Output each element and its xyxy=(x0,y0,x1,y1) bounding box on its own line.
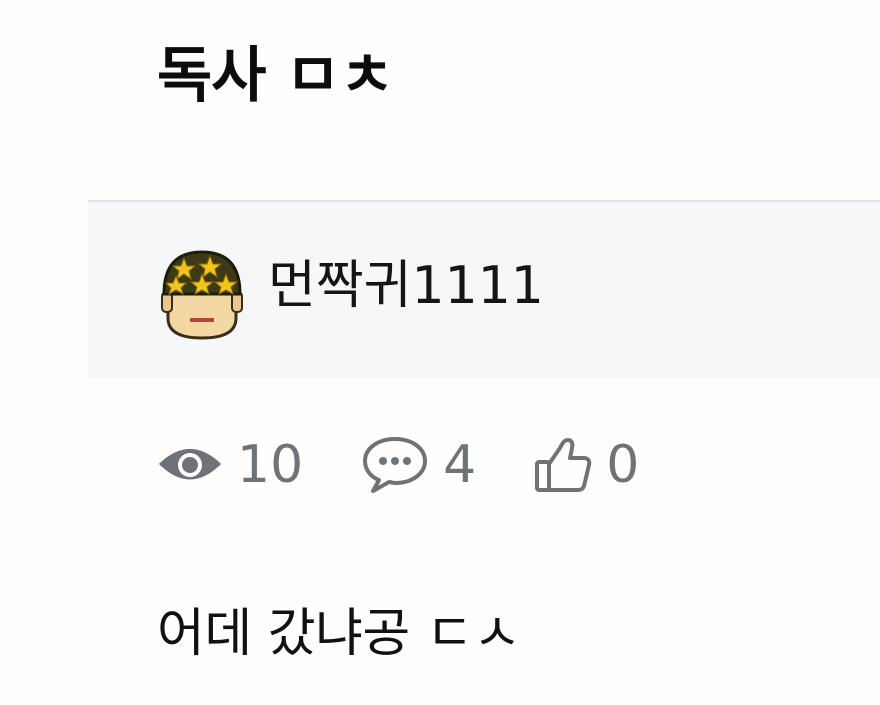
author-bar: 먼짝귀1111 xyxy=(88,200,880,378)
post-page: 독사 ㅁㅊ 먼짝귀1111 10 4 0 어데 갔냐공 ㄷㅅ xyxy=(0,0,880,705)
post-title: 독사 ㅁㅊ xyxy=(157,41,395,111)
views-stat: 10 xyxy=(157,439,303,491)
comments-stat: 4 xyxy=(361,435,476,495)
soldier-helmet-stars-icon xyxy=(161,250,243,340)
likes-stat[interactable]: 0 xyxy=(534,436,639,494)
post-body: 어데 갔냐공 ㄷㅅ xyxy=(157,604,521,664)
post-stats: 10 4 0 xyxy=(157,430,697,500)
author-avatar[interactable] xyxy=(158,248,246,340)
likes-count: 0 xyxy=(606,435,640,495)
comments-count: 4 xyxy=(443,435,477,495)
views-count: 10 xyxy=(237,435,304,495)
thumbs-up-icon xyxy=(535,438,592,492)
author-name[interactable]: 먼짝귀1111 xyxy=(268,260,544,312)
eye-icon xyxy=(158,449,222,480)
speech-bubble-icon xyxy=(363,437,428,493)
